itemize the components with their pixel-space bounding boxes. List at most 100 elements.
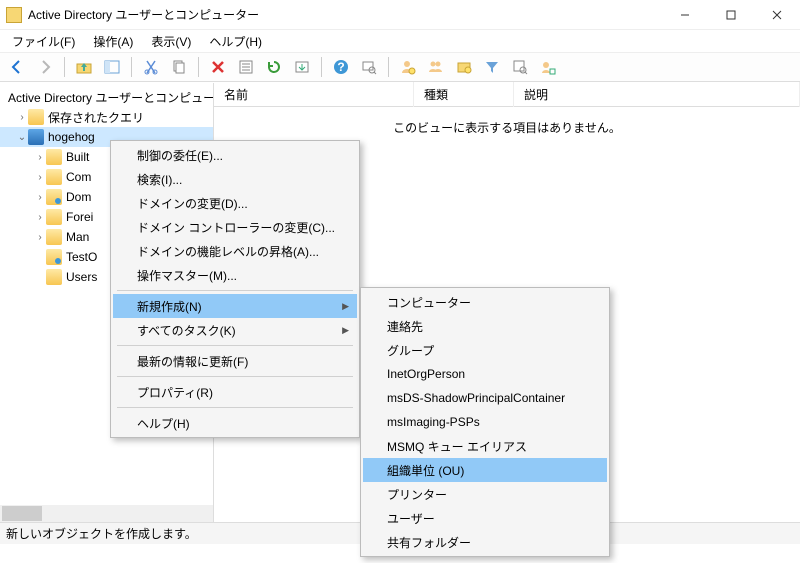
ctx-all-tasks[interactable]: すべてのタスク(K) (113, 318, 357, 342)
tree-item-label: Man (66, 230, 89, 244)
show-hide-tree-icon[interactable] (101, 56, 123, 78)
ctx-find[interactable]: 検索(I)... (113, 167, 357, 191)
new-contact[interactable]: 連絡先 (363, 314, 607, 338)
properties-icon[interactable] (235, 56, 257, 78)
caret-icon[interactable]: › (34, 172, 46, 183)
refresh-icon[interactable] (263, 56, 285, 78)
ctx-help[interactable]: ヘルプ(H) (113, 411, 357, 435)
column-name[interactable]: 名前 (214, 82, 414, 107)
minimize-button[interactable] (662, 0, 708, 30)
tree-saved-queries[interactable]: › 保存されたクエリ (0, 107, 213, 127)
scrollbar-thumb[interactable] (2, 506, 42, 521)
tree-saved-queries-label: 保存されたクエリ (48, 109, 144, 126)
find-icon[interactable] (358, 56, 380, 78)
new-inetorgperson[interactable]: InetOrgPerson (363, 362, 607, 386)
folder-icon (46, 149, 62, 165)
ctx-operations-master[interactable]: 操作マスター(M)... (113, 263, 357, 287)
new-printer[interactable]: プリンター (363, 482, 607, 506)
column-kind[interactable]: 種類 (414, 82, 514, 107)
ctx-properties[interactable]: プロパティ(R) (113, 380, 357, 404)
caret-icon[interactable]: › (16, 112, 28, 123)
new-user[interactable]: ユーザー (363, 506, 607, 530)
ctx-raise-level[interactable]: ドメインの機能レベルの昇格(A)... (113, 239, 357, 263)
context-menu: 制御の委任(E)... 検索(I)... ドメインの変更(D)... ドメイン … (110, 140, 360, 438)
folder-icon (46, 209, 62, 225)
back-button[interactable] (6, 56, 28, 78)
tree-root[interactable]: Active Directory ユーザーとコンピュータ (0, 87, 213, 107)
menu-separator (117, 376, 353, 377)
menu-help[interactable]: ヘルプ(H) (201, 31, 270, 52)
cut-icon[interactable] (140, 56, 162, 78)
status-text: 新しいオブジェクトを作成します。 (6, 525, 197, 542)
new-group-icon[interactable] (425, 56, 447, 78)
menu-separator (117, 345, 353, 346)
toolbar-separator (64, 57, 65, 77)
close-button[interactable] (754, 0, 800, 30)
ctx-new[interactable]: 新規作成(N) (113, 294, 357, 318)
maximize-button[interactable] (708, 0, 754, 30)
menu-view[interactable]: 表示(V) (143, 31, 199, 52)
new-shared-folder[interactable]: 共有フォルダー (363, 530, 607, 554)
column-description[interactable]: 説明 (514, 82, 800, 107)
svg-text:?: ? (337, 60, 344, 74)
ou-icon (46, 189, 62, 205)
tree-domain-label: hogehog (48, 130, 95, 144)
folder-icon (46, 269, 62, 285)
folder-icon (46, 169, 62, 185)
up-folder-icon[interactable] (73, 56, 95, 78)
tree-item-label: Com (66, 170, 91, 184)
new-user-icon[interactable] (397, 56, 419, 78)
menu-separator (117, 407, 353, 408)
new-computer[interactable]: コンピューター (363, 290, 607, 314)
forward-button[interactable] (34, 56, 56, 78)
folder-icon (28, 109, 44, 125)
new-msmq[interactable]: MSMQ キュー エイリアス (363, 434, 607, 458)
ctx-change-dc[interactable]: ドメイン コントローラーの変更(C)... (113, 215, 357, 239)
new-msimaging[interactable]: msImaging-PSPs (363, 410, 607, 434)
ctx-refresh[interactable]: 最新の情報に更新(F) (113, 349, 357, 373)
toolbar-separator (131, 57, 132, 77)
caret-icon[interactable]: › (34, 152, 46, 163)
new-ou-icon[interactable] (453, 56, 475, 78)
menubar: ファイル(F) 操作(A) 表示(V) ヘルプ(H) (0, 30, 800, 52)
tree-item-label: Forei (66, 210, 93, 224)
menu-file[interactable]: ファイル(F) (4, 31, 83, 52)
submenu-new: コンピューター 連絡先 グループ InetOrgPerson msDS-Shad… (360, 287, 610, 557)
toolbar-separator (388, 57, 389, 77)
menu-action[interactable]: 操作(A) (85, 31, 141, 52)
list-columns: 名前 種類 説明 (214, 83, 800, 107)
tree-horizontal-scrollbar[interactable] (0, 505, 213, 522)
new-ou[interactable]: 組織単位 (OU) (363, 458, 607, 482)
tree-item-label: TestO (66, 250, 97, 264)
ou-icon (46, 249, 62, 265)
app-icon (6, 7, 22, 23)
caret-icon[interactable]: ⌄ (16, 132, 28, 143)
caret-icon[interactable]: › (34, 232, 46, 243)
caret-icon[interactable]: › (34, 192, 46, 203)
caret-icon[interactable]: › (34, 212, 46, 223)
titlebar: Active Directory ユーザーとコンピューター (0, 0, 800, 30)
tree-root-label: Active Directory ユーザーとコンピュータ (8, 89, 213, 106)
folder-icon (46, 229, 62, 245)
new-group[interactable]: グループ (363, 338, 607, 362)
help-icon[interactable]: ? (330, 56, 352, 78)
find-objects-icon[interactable] (509, 56, 531, 78)
tree-item-label: Dom (66, 190, 91, 204)
window-buttons (662, 0, 800, 30)
menu-separator (117, 290, 353, 291)
ctx-delegate[interactable]: 制御の委任(E)... (113, 143, 357, 167)
toolbar-separator (198, 57, 199, 77)
toolbar-separator (321, 57, 322, 77)
copy-icon[interactable] (168, 56, 190, 78)
toolbar: ? (0, 52, 800, 82)
delete-icon[interactable] (207, 56, 229, 78)
window-title: Active Directory ユーザーとコンピューター (28, 6, 662, 23)
domain-icon (28, 129, 44, 145)
ctx-change-domain[interactable]: ドメインの変更(D)... (113, 191, 357, 215)
tree-item-label: Built (66, 150, 89, 164)
filter-icon[interactable] (481, 56, 503, 78)
new-msds[interactable]: msDS-ShadowPrincipalContainer (363, 386, 607, 410)
export-list-icon[interactable] (291, 56, 313, 78)
add-to-group-icon[interactable] (537, 56, 559, 78)
tree-item-label: Users (66, 270, 97, 284)
